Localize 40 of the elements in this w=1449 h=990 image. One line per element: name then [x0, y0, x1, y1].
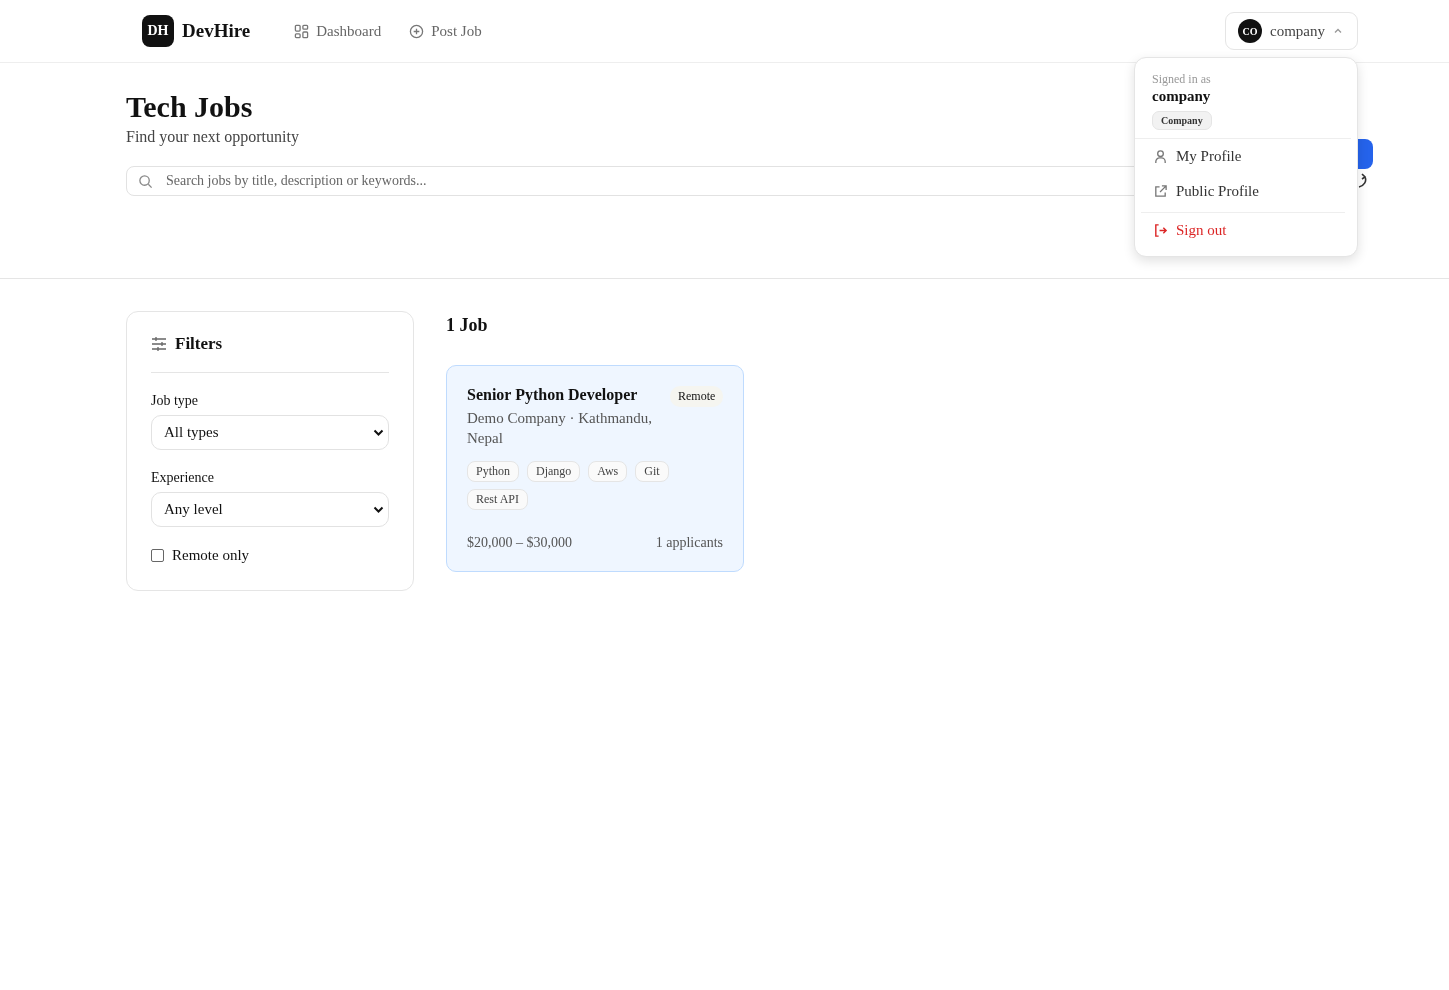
- skill-tag: Python: [467, 461, 519, 482]
- filters-title: Filters: [175, 334, 223, 354]
- sliders-icon: [151, 337, 167, 351]
- brand-name: DevHire: [182, 20, 251, 42]
- results-count: 1 Job: [446, 315, 489, 336]
- job-company: Demo Company · Kathmandu, Nepal: [467, 409, 653, 448]
- remote-badge: Remote: [670, 386, 724, 407]
- user-icon: [1153, 149, 1168, 164]
- plus-circle-icon: [409, 23, 425, 39]
- nav-link[interactable]: Post Job: [409, 22, 482, 40]
- logo[interactable]: DH: [142, 15, 174, 47]
- role-badge: Company: [1152, 111, 1212, 130]
- menu-item[interactable]: Sign out: [1135, 213, 1357, 248]
- skill-tag: Django: [527, 461, 581, 482]
- sign-out-icon: [1153, 223, 1168, 238]
- job-card[interactable]: Senior Python Developer Demo Company · Kathmandu, Nepal Remote Python Django Aws Git Rest API $20,000 – $30,000 1 applicants: [446, 365, 744, 572]
- checkbox-label: Remote only: [172, 547, 250, 564]
- page-title: Tech Jobs: [126, 90, 253, 124]
- signed-in-label: Signed in as: [1152, 72, 1211, 87]
- skill-tag: Git: [635, 461, 669, 482]
- user-name: company: [1152, 88, 1211, 105]
- search-icon: [138, 174, 153, 189]
- applicant-count: 1 applicants: [655, 535, 723, 551]
- select-dropdown[interactable]: All types: [151, 415, 389, 450]
- user-menu-button[interactable]: CO company: [1225, 12, 1358, 50]
- chevron-icon: [1333, 26, 1343, 36]
- filter-label: Job type: [151, 393, 200, 409]
- skill-tag: Aws: [588, 461, 628, 482]
- skill-tag: Rest API: [467, 489, 528, 510]
- filter-label: Experience: [151, 470, 215, 486]
- checkbox[interactable]: [151, 549, 164, 562]
- chevron-down-icon: [373, 505, 384, 514]
- job-title: Senior Python Developer: [467, 386, 639, 404]
- external-link-icon: [1153, 184, 1168, 199]
- select-dropdown[interactable]: Any level: [151, 492, 389, 527]
- nav-link[interactable]: Dashboard: [294, 22, 382, 40]
- grid-icon: [294, 23, 310, 39]
- salary: $20,000 – $30,000: [467, 535, 572, 551]
- page-subtitle: Find your next opportunity: [126, 128, 300, 146]
- chevron-down-icon: [373, 428, 384, 437]
